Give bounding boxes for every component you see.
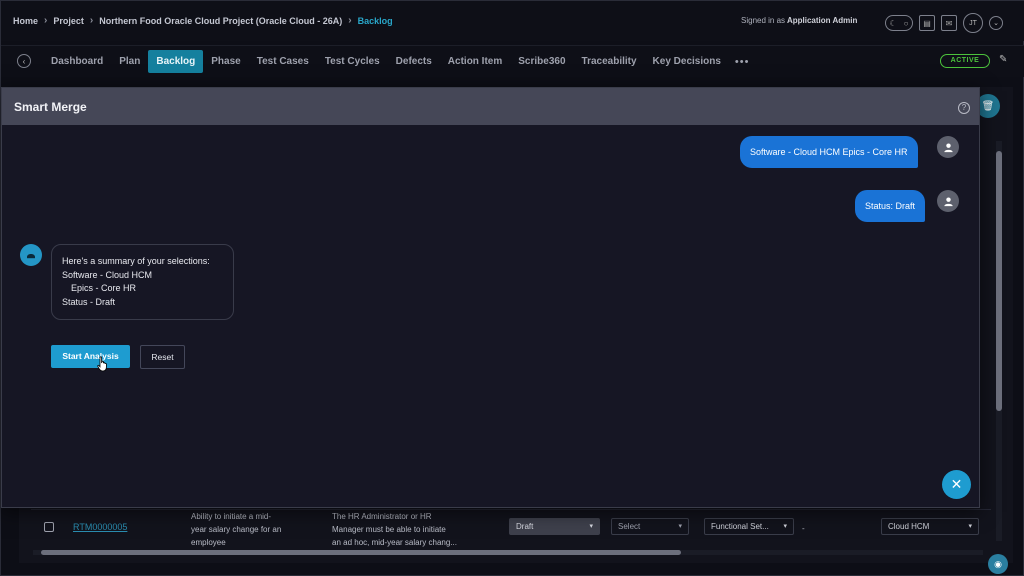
tab-action-item[interactable]: Action Item [440, 50, 510, 73]
signed-in-text: Signed in as Application Admin [741, 16, 857, 25]
sun-icon: ○ [903, 18, 909, 28]
chevron-right-icon: › [89, 15, 94, 26]
tab-test-cases[interactable]: Test Cases [249, 50, 317, 73]
chevron-right-icon: › [44, 15, 48, 26]
summary-status: Status - Draft [62, 296, 116, 307]
breadcrumb: Home › Project › Northern Food Oracle Cl… [13, 15, 393, 26]
tab-dashboard[interactable]: Dashboard [43, 50, 111, 73]
row-id-link[interactable]: RTM0000005 [73, 522, 127, 532]
bot-avatar-icon [20, 244, 42, 266]
nav-bar: ‹ Dashboard Plan Backlog Phase Test Case… [1, 45, 1024, 77]
back-icon[interactable]: ‹ [17, 54, 31, 68]
pencil-icon[interactable]: ✎ [999, 54, 1013, 68]
caret-down-icon: ▾ [783, 523, 787, 530]
tab-scribe360[interactable]: Scribe360 [510, 50, 573, 73]
modal-title: Smart Merge [14, 100, 87, 114]
status-badge: ACTIVE [940, 54, 990, 68]
summary-epics: Epics - Core HR [71, 283, 137, 294]
row-title-line: year salary change for an [191, 525, 282, 534]
app-window: Home › Project › Northern Food Oracle Cl… [0, 0, 1024, 576]
calendar-icon[interactable]: ▤ [919, 15, 935, 31]
user-message: Status: Draft [855, 190, 926, 222]
row-dash: - [802, 524, 805, 533]
software-select[interactable]: Cloud HCM ▾ [881, 518, 979, 535]
chevron-right-icon: › [348, 15, 352, 26]
user-avatar-icon [937, 136, 959, 158]
user-message: Software - Cloud HCM Epics - Core HR [740, 136, 918, 168]
smart-merge-modal: Smart Merge ? Software - Cloud HCM Epics… [1, 87, 980, 508]
chevron-down-icon[interactable]: ⌄ [989, 16, 1003, 30]
row-desc-line: an ad hoc, mid-year salary chang... [332, 538, 457, 547]
tab-test-cycles[interactable]: Test Cycles [317, 50, 388, 73]
horizontal-scrollbar[interactable] [33, 550, 983, 555]
help-icon[interactable]: ? [958, 102, 970, 114]
tab-list: Dashboard Plan Backlog Phase Test Cases … [43, 50, 755, 73]
close-chat-button[interactable]: ✕ [942, 470, 971, 499]
row-title-line: Ability to initiate a mid- [191, 512, 272, 521]
row-description: The HR Administrator or HR Manager must … [332, 510, 497, 549]
moon-icon: ☾ [889, 18, 897, 28]
status-select-value: Draft [516, 522, 534, 531]
signed-in-user: Application Admin [786, 16, 858, 25]
user-avatar-top[interactable]: JT [963, 13, 983, 33]
row-title-line: employee [191, 538, 226, 547]
tab-traceability[interactable]: Traceability [574, 50, 645, 73]
scroll-thumb[interactable] [996, 151, 1002, 411]
signed-in-prefix: Signed in as [741, 16, 786, 25]
user-avatar-icon [937, 190, 959, 212]
software-select-value: Cloud HCM [888, 522, 930, 531]
mail-icon[interactable]: ✉ [941, 15, 957, 31]
row-title: Ability to initiate a mid- year salary c… [191, 510, 321, 549]
type-select[interactable]: Functional Set... ▾ [704, 518, 794, 535]
tab-defects[interactable]: Defects [388, 50, 440, 73]
assistant-logo-icon[interactable]: ◉ [988, 554, 1008, 574]
more-tabs-icon[interactable]: ••• [729, 56, 756, 68]
bot-summary-message: Here's a summary of your selections: Sof… [51, 244, 234, 320]
breadcrumb-project-name[interactable]: Northern Food Oracle Cloud Project (Orac… [99, 16, 342, 26]
top-bar: Home › Project › Northern Food Oracle Cl… [1, 1, 1024, 41]
row-checkbox[interactable] [44, 522, 54, 532]
caret-down-icon: ▾ [968, 523, 972, 530]
scroll-thumb[interactable] [41, 550, 681, 555]
row-desc-line: Manager must be able to initiate [332, 525, 446, 534]
summary-intro: Here's a summary of your selections: [62, 256, 210, 266]
summary-software: Software - Cloud HCM [62, 269, 153, 280]
table-row[interactable]: RTM0000005 Ability to initiate a mid- ye… [31, 509, 991, 547]
modal-header: Smart Merge ? [2, 88, 979, 125]
breadcrumb-current: Backlog [357, 15, 393, 26]
caret-down-icon: ▾ [589, 523, 593, 530]
top-icons: ☾ ○ ▤ ✉ JT ⌄ [885, 13, 1003, 33]
vertical-scrollbar[interactable] [996, 141, 1002, 541]
type-select-value: Functional Set... [711, 522, 769, 531]
breadcrumb-project[interactable]: Project [53, 16, 84, 26]
caret-down-icon: ▾ [678, 523, 682, 530]
start-analysis-button[interactable]: Start Analysis [51, 345, 130, 368]
generic-select[interactable]: Select ▾ [611, 518, 689, 535]
select-placeholder: Select [618, 522, 641, 531]
status-select[interactable]: Draft ▾ [509, 518, 600, 535]
row-desc-line: The HR Administrator or HR [332, 512, 432, 521]
hand-cursor-icon [97, 356, 107, 372]
tab-plan[interactable]: Plan [111, 50, 148, 73]
tab-backlog[interactable]: Backlog [148, 50, 204, 73]
breadcrumb-home[interactable]: Home [13, 16, 38, 26]
theme-toggle[interactable]: ☾ ○ [885, 15, 913, 31]
tab-key-decisions[interactable]: Key Decisions [645, 50, 729, 73]
reset-button[interactable]: Reset [140, 345, 185, 369]
tab-phase[interactable]: Phase [203, 50, 248, 73]
